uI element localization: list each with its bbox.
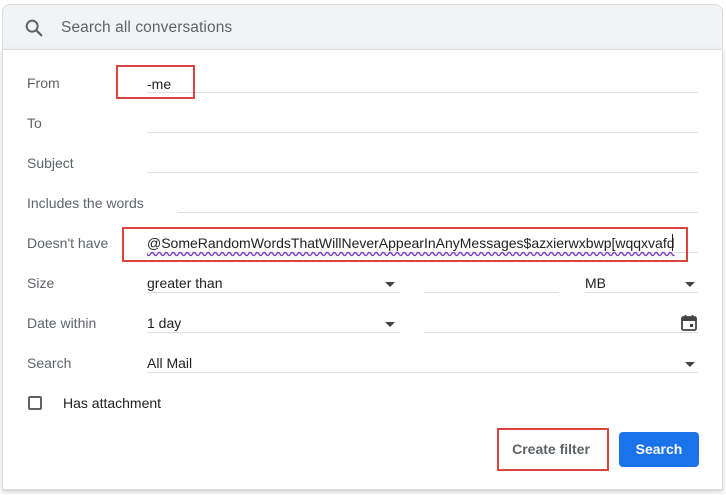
- search-options-panel: [2, 49, 723, 490]
- size-operator-underline: [147, 292, 400, 293]
- search-input[interactable]: Search all conversations: [61, 19, 232, 37]
- size-unit-value: MB: [585, 275, 606, 291]
- chevron-down-icon: [685, 282, 695, 287]
- has-attachment-checkbox[interactable]: [28, 396, 42, 410]
- size-value-field[interactable]: [424, 292, 559, 293]
- date-within-label: Date within: [27, 315, 97, 331]
- to-label: To: [27, 115, 42, 131]
- to-field[interactable]: [147, 132, 698, 133]
- calendar-icon[interactable]: [680, 314, 698, 332]
- from-field-underline: [147, 92, 698, 93]
- chevron-down-icon: [385, 282, 395, 287]
- date-within-underline: [147, 332, 400, 333]
- search-bar[interactable]: Search all conversations: [2, 4, 723, 49]
- has-attachment-label: Has attachment: [63, 395, 162, 411]
- create-filter-highlight-box: [497, 428, 609, 471]
- from-label: From: [27, 75, 60, 91]
- doesnt-have-highlight-box: [122, 227, 688, 262]
- includes-words-field[interactable]: [178, 212, 698, 213]
- from-highlight-box: [116, 65, 195, 99]
- includes-words-label: Includes the words: [27, 195, 144, 211]
- size-operator-value: greater than: [147, 275, 223, 291]
- search-icon[interactable]: [23, 17, 45, 39]
- date-within-value: 1 day: [147, 315, 182, 331]
- size-label: Size: [27, 275, 55, 291]
- size-unit-underline: [585, 292, 698, 293]
- subject-label: Subject: [27, 155, 74, 171]
- date-field[interactable]: [424, 332, 698, 333]
- subject-field[interactable]: [147, 172, 698, 173]
- advanced-search-window: Search all conversations From -me To Sub…: [0, 0, 726, 495]
- search-in-label: Search: [27, 355, 72, 371]
- chevron-down-icon: [685, 362, 695, 367]
- chevron-down-icon: [385, 322, 395, 327]
- search-button[interactable]: Search: [619, 432, 699, 467]
- search-in-underline: [147, 372, 698, 373]
- doesnt-have-label: Doesn't have: [27, 235, 109, 251]
- search-in-value: All Mail: [147, 355, 193, 371]
